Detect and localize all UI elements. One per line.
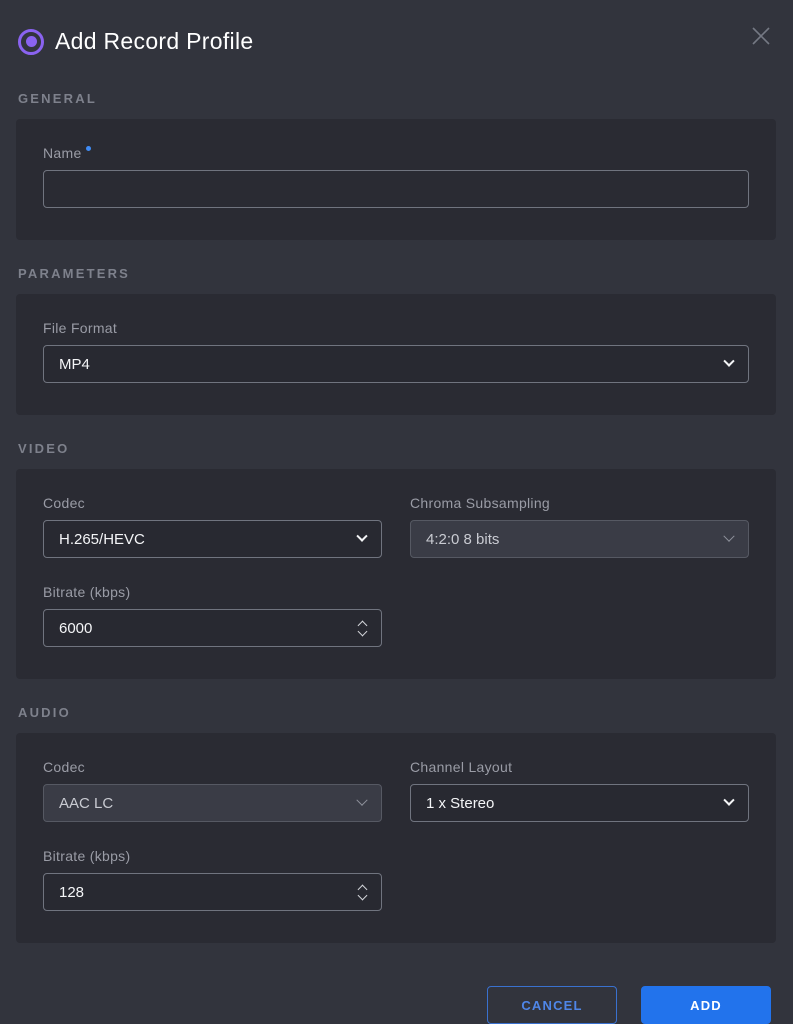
section-audio: AUDIO Codec AAC LC Channel Layout 1 x St… (16, 705, 776, 943)
section-audio-card: Codec AAC LC Channel Layout 1 x Stereo B… (16, 733, 776, 943)
section-audio-label: AUDIO (18, 705, 776, 720)
section-video-label: VIDEO (18, 441, 776, 456)
video-codec-field: Codec H.265/HEVC (43, 495, 382, 558)
section-general-card: Name (16, 119, 776, 240)
audio-codec-select: AAC LC (43, 784, 382, 822)
chevron-down-icon (356, 531, 367, 542)
section-video: VIDEO Codec H.265/HEVC Chroma Subsamplin… (16, 441, 776, 679)
channel-layout-field: Channel Layout 1 x Stereo (410, 759, 749, 822)
chevron-down-icon (723, 795, 734, 806)
dialog-footer: CANCEL ADD (0, 986, 771, 1024)
close-icon[interactable] (749, 24, 773, 48)
video-codec-label: Codec (43, 495, 382, 511)
section-general: GENERAL Name (16, 91, 776, 240)
chevron-down-icon (723, 531, 734, 542)
file-format-label: File Format (43, 320, 749, 336)
channel-layout-label: Channel Layout (410, 759, 749, 775)
channel-layout-select[interactable]: 1 x Stereo (410, 784, 749, 822)
dialog-header: Add Record Profile (0, 0, 793, 65)
channel-layout-value: 1 x Stereo (426, 795, 494, 812)
audio-bitrate-field: Bitrate (kbps) 128 (43, 848, 382, 911)
record-icon-dot (26, 36, 37, 47)
video-codec-value: H.265/HEVC (59, 531, 145, 548)
audio-codec-label: Codec (43, 759, 382, 775)
audio-codec-field: Codec AAC LC (43, 759, 382, 822)
record-icon (18, 29, 44, 55)
video-codec-select[interactable]: H.265/HEVC (43, 520, 382, 558)
dialog-title: Add Record Profile (55, 28, 253, 55)
name-label: Name (43, 145, 749, 161)
video-bitrate-value: 6000 (59, 620, 92, 637)
audio-bitrate-input[interactable]: 128 (43, 873, 382, 911)
audio-bitrate-label: Bitrate (kbps) (43, 848, 382, 864)
chevron-down-icon (356, 795, 367, 806)
chroma-subsampling-select: 4:2:0 8 bits (410, 520, 749, 558)
video-bitrate-field: Bitrate (kbps) 6000 (43, 584, 382, 647)
stepper-icon[interactable] (359, 886, 366, 899)
cancel-button[interactable]: CANCEL (487, 986, 617, 1024)
chroma-subsampling-field: Chroma Subsampling 4:2:0 8 bits (410, 495, 749, 558)
file-format-select[interactable]: MP4 (43, 345, 749, 383)
video-bitrate-label: Bitrate (kbps) (43, 584, 382, 600)
file-format-value: MP4 (59, 356, 90, 373)
section-parameters-card: File Format MP4 (16, 294, 776, 415)
section-general-label: GENERAL (18, 91, 776, 106)
name-label-text: Name (43, 145, 82, 161)
add-button[interactable]: ADD (641, 986, 771, 1024)
section-parameters: PARAMETERS File Format MP4 (16, 266, 776, 415)
chroma-subsampling-label: Chroma Subsampling (410, 495, 749, 511)
audio-codec-value: AAC LC (59, 795, 113, 812)
chevron-down-icon (723, 356, 734, 367)
video-bitrate-input[interactable]: 6000 (43, 609, 382, 647)
section-video-card: Codec H.265/HEVC Chroma Subsampling 4:2:… (16, 469, 776, 679)
required-marker (86, 146, 91, 151)
chroma-subsampling-value: 4:2:0 8 bits (426, 531, 499, 548)
section-parameters-label: PARAMETERS (18, 266, 776, 281)
stepper-icon[interactable] (359, 622, 366, 635)
name-input[interactable] (43, 170, 749, 208)
audio-bitrate-value: 128 (59, 884, 84, 901)
